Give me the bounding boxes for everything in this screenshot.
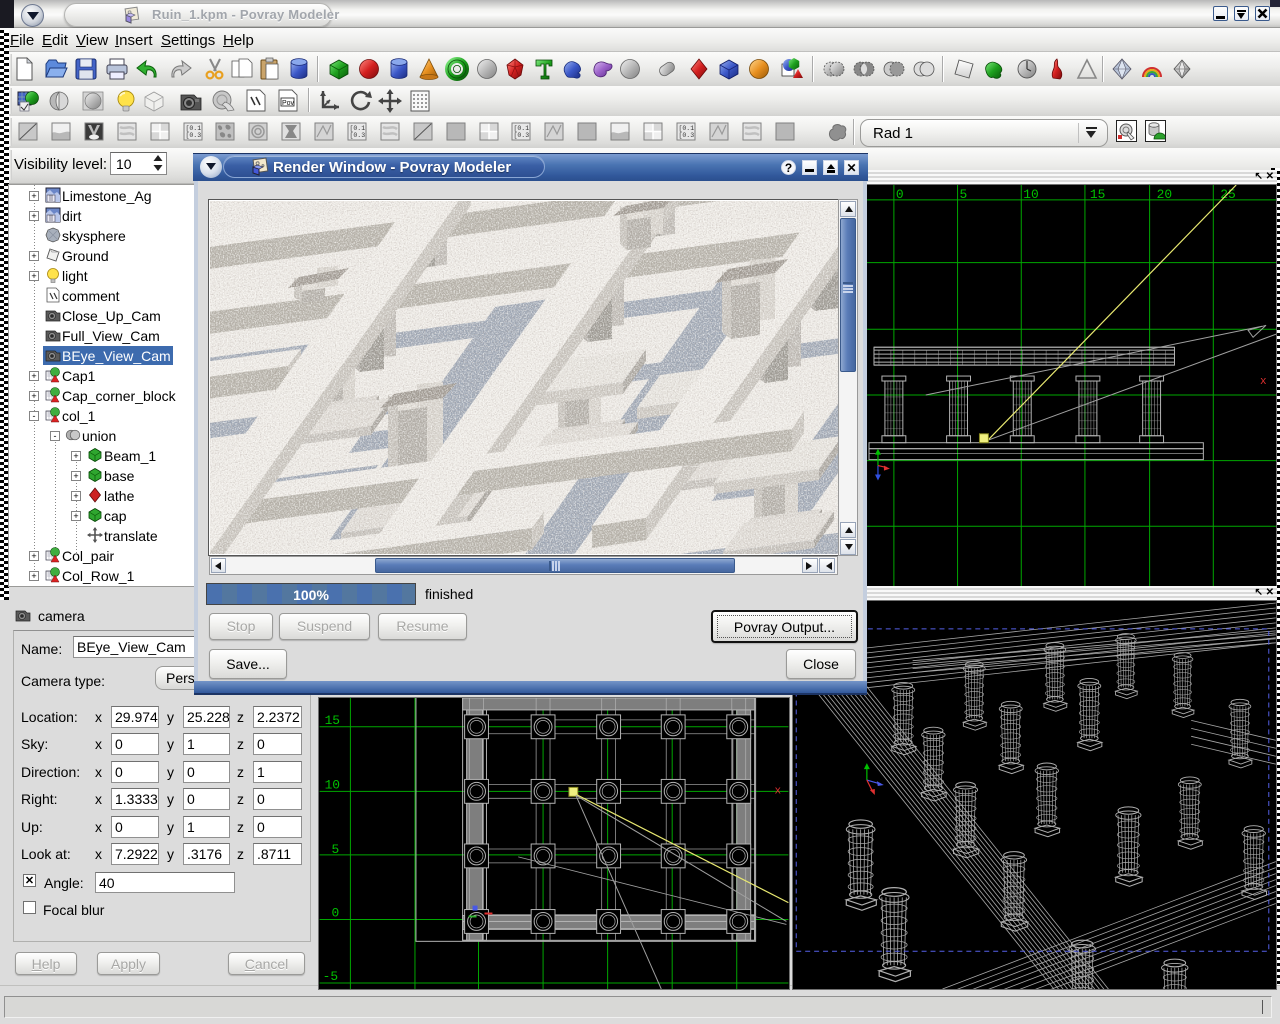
- svg-text:Pov: Pov: [282, 100, 295, 107]
- svg-text:x: x: [1260, 376, 1267, 388]
- svg-text:5: 5: [960, 187, 968, 202]
- svg-text:15: 15: [1090, 187, 1106, 202]
- svg-text:[0.1: [0.1: [186, 125, 202, 132]
- svg-text:[0.3: [0.3: [186, 132, 202, 139]
- svg-text:15: 15: [325, 713, 341, 728]
- svg-text:[0.1: [0.1: [514, 125, 530, 132]
- svg-text:x: x: [774, 785, 781, 797]
- svg-text:-5: -5: [323, 969, 339, 984]
- svg-text:[0.1: [0.1: [679, 125, 695, 132]
- svg-text:0: 0: [896, 187, 904, 202]
- svg-text:10: 10: [325, 777, 341, 792]
- svg-text:10: 10: [1023, 187, 1039, 202]
- svg-text:5: 5: [332, 842, 340, 857]
- svg-text:[0.3: [0.3: [350, 132, 366, 139]
- svg-text:[0.1: [0.1: [350, 125, 366, 132]
- svg-text:0: 0: [332, 905, 340, 920]
- svg-text:20: 20: [1157, 187, 1173, 202]
- svg-text:[0.3: [0.3: [679, 132, 695, 139]
- svg-text:[0.3: [0.3: [514, 132, 530, 139]
